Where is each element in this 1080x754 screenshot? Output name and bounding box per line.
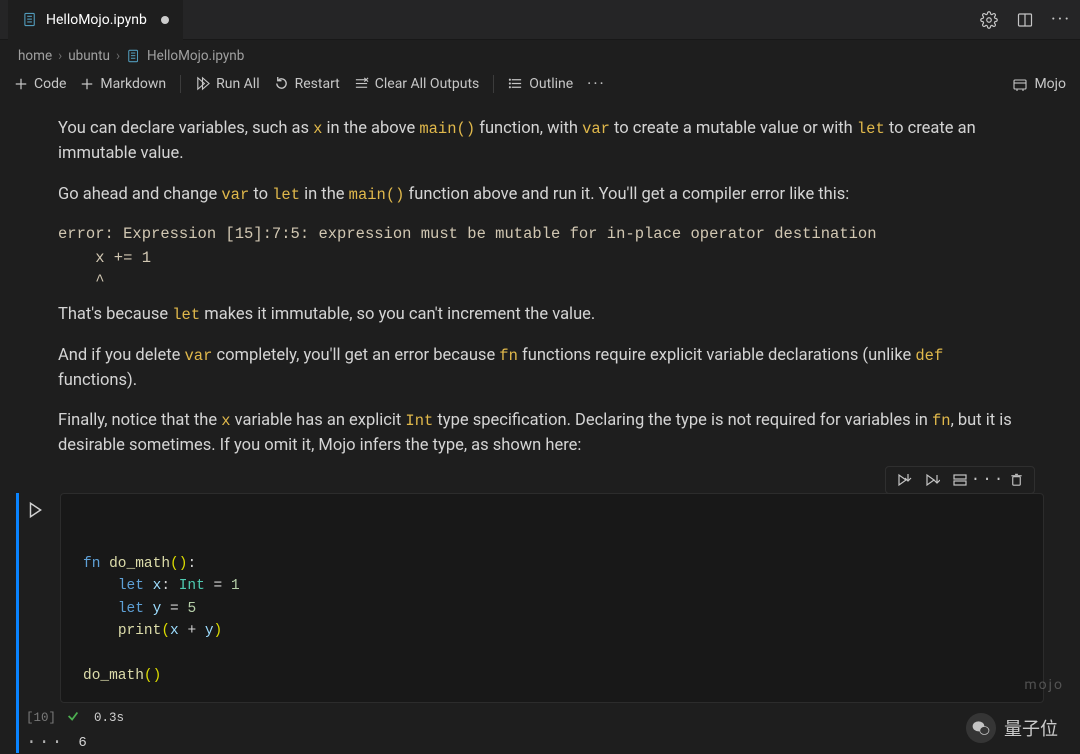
run-by-line-icon[interactable]	[894, 470, 914, 490]
notebook-content: You can declare variables, such as x in …	[0, 103, 1080, 753]
file-tab[interactable]: HelloMojo.ipynb	[8, 0, 183, 40]
success-check-icon	[66, 709, 80, 727]
divider	[493, 75, 494, 93]
execution-time: 0.3s	[94, 711, 124, 725]
notebook-file-icon	[126, 49, 141, 64]
add-markdown-button[interactable]: Markdown	[80, 76, 166, 92]
clear-outputs-button[interactable]: Clear All Outputs	[354, 76, 480, 92]
cell-action-bar: ···	[885, 466, 1035, 494]
chevron-right-icon: ›	[58, 48, 62, 64]
cell-output: ··· 6	[26, 733, 1044, 753]
markdown-cell[interactable]: You can declare variables, such as x in …	[0, 103, 1062, 485]
error-output: error: Expression [15]:7:5: expression m…	[58, 223, 1026, 293]
execution-count: [10]	[26, 711, 56, 725]
output-text: 6	[78, 735, 86, 751]
cell-more-icon[interactable]: ···	[978, 470, 998, 490]
notebook-toolbar: Code Markdown Run All Restart Clear All …	[0, 70, 1080, 103]
breadcrumb-seg[interactable]: HelloMojo.ipynb	[147, 48, 244, 64]
split-editor-icon[interactable]	[1014, 9, 1036, 31]
toolbar-more-icon[interactable]: ···	[587, 74, 606, 93]
tab-bar: HelloMojo.ipynb ···	[0, 0, 1080, 40]
inline-code: var	[221, 186, 249, 204]
inline-code: x	[313, 120, 322, 138]
breadcrumb: home › ubuntu › HelloMojo.ipynb	[0, 40, 1080, 70]
notebook-file-icon	[22, 12, 38, 28]
run-all-button[interactable]: Run All	[195, 76, 260, 92]
inline-code: var	[582, 120, 610, 138]
inline-code: Int	[405, 412, 433, 430]
inline-code: x	[221, 412, 230, 430]
inline-code: fn	[932, 412, 951, 430]
inline-code: let	[272, 186, 300, 204]
outline-button[interactable]: Outline	[508, 76, 573, 92]
inline-code: main()	[419, 120, 475, 138]
breadcrumb-seg[interactable]: ubuntu	[68, 48, 110, 64]
dirty-indicator-icon	[161, 16, 169, 24]
inline-code: let	[857, 120, 885, 138]
divider	[180, 75, 181, 93]
kernel-picker[interactable]: Mojo	[1012, 76, 1066, 92]
breadcrumb-seg[interactable]: home	[18, 48, 52, 64]
output-more-icon[interactable]: ···	[26, 733, 64, 753]
delete-cell-icon[interactable]	[1006, 470, 1026, 490]
settings-icon[interactable]	[978, 9, 1000, 31]
code-editor[interactable]: ··· fn do_math(): let x: Int = 1 let y =…	[60, 493, 1044, 703]
inline-code: fn	[499, 347, 518, 365]
cell-focus-indicator	[16, 493, 19, 753]
code-cell-wrap: ··· fn do_math(): let x: Int = 1 let y =…	[4, 493, 1044, 753]
file-tab-title: HelloMojo.ipynb	[46, 12, 147, 28]
restart-button[interactable]: Restart	[274, 76, 340, 92]
more-icon[interactable]: ···	[1050, 9, 1072, 31]
inline-code: let	[172, 306, 200, 324]
mojo-watermark: mojo	[1024, 677, 1064, 693]
chevron-right-icon: ›	[116, 48, 120, 64]
split-cell-icon[interactable]	[950, 470, 970, 490]
add-code-button[interactable]: Code	[14, 76, 66, 92]
inline-code: def	[915, 347, 943, 365]
inline-code: var	[184, 347, 212, 365]
run-cell-button[interactable]	[26, 501, 44, 519]
execute-below-icon[interactable]	[922, 470, 942, 490]
execution-status: [10] 0.3s	[26, 709, 1044, 727]
inline-code: main()	[349, 186, 405, 204]
